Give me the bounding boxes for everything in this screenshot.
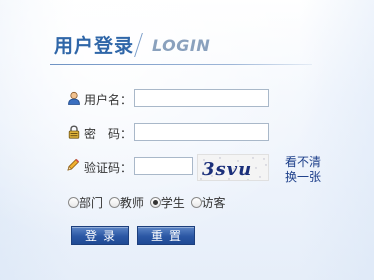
role-option-teacher[interactable]: 教师 <box>108 194 144 211</box>
captcha-text: 3svu <box>202 159 252 180</box>
username-input[interactable] <box>134 89 269 107</box>
refresh-captcha-link[interactable]: 看不清 换一张 <box>285 155 321 185</box>
captcha-label: 验证码： <box>84 161 133 175</box>
role-label-department: 部门 <box>79 196 104 210</box>
role-label-teacher: 教师 <box>119 196 144 210</box>
role-option-student[interactable]: 学生 <box>149 194 185 211</box>
role-option-visitor[interactable]: 访客 <box>190 194 226 211</box>
role-label-visitor: 访客 <box>201 196 226 210</box>
login-button[interactable]: 登录 <box>71 226 129 245</box>
title-separator <box>134 33 143 57</box>
captcha-input[interactable] <box>134 157 193 175</box>
role-option-department[interactable]: 部门 <box>68 194 103 211</box>
captcha-image[interactable]: 3svu <box>197 154 269 181</box>
password-input[interactable] <box>134 123 269 141</box>
pencil-icon <box>66 157 80 171</box>
page-title: 用户登录 <box>54 35 135 57</box>
page-subtitle: LOGIN <box>152 36 211 55</box>
refresh-line-2: 换一张 <box>285 170 322 184</box>
username-label: 用户名： <box>84 93 133 107</box>
radio-department[interactable] <box>68 197 79 208</box>
role-label-student: 学生 <box>160 196 185 210</box>
reset-button[interactable]: 重置 <box>137 226 195 245</box>
refresh-line-1: 看不清 <box>285 155 322 169</box>
login-panel: 用户登录 LOGIN 用户名： 密 码： 验证码： 3svu 看不清 换一张 部… <box>0 0 374 280</box>
user-icon <box>67 90 81 105</box>
password-label: 密 码： <box>84 127 133 141</box>
radio-teacher[interactable] <box>108 197 120 208</box>
radio-visitor[interactable] <box>190 197 202 208</box>
radio-student[interactable] <box>149 197 161 208</box>
title-underline <box>50 64 312 65</box>
lock-icon <box>67 124 81 139</box>
role-radio-group: 部门 教师 学生 访客 <box>68 194 228 211</box>
